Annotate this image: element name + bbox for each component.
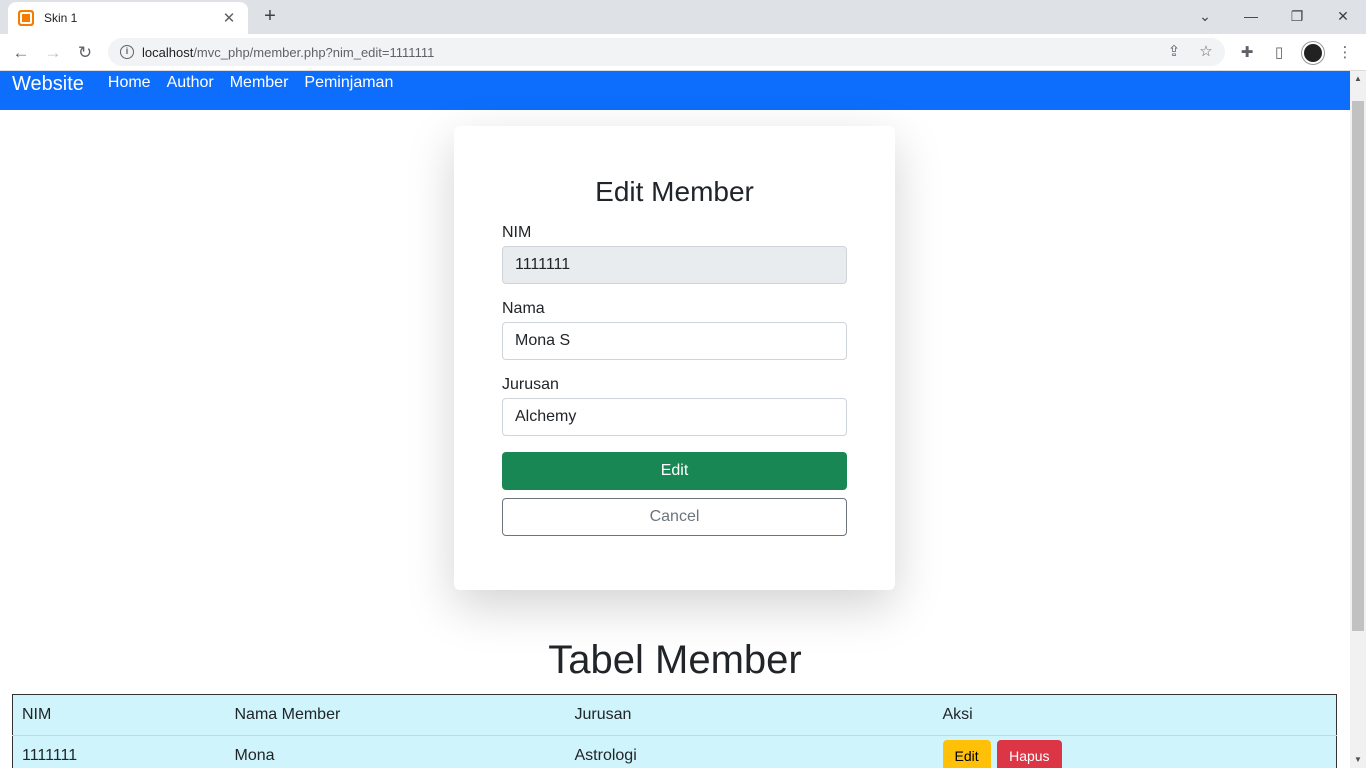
edit-member-card: Edit Member NIM Nama Jurusan Edit Cancel (454, 126, 895, 590)
tab-search-chevron-icon[interactable]: ⌄ (1182, 4, 1228, 28)
menu-kebab-icon[interactable]: ⋮ (1332, 40, 1358, 66)
extensions-puzzle-icon[interactable]: ✚ (1234, 40, 1260, 66)
xampp-favicon-icon (18, 10, 34, 26)
side-panel-icon[interactable]: ▯ (1266, 40, 1292, 66)
share-icon[interactable]: ⇪ (1165, 42, 1183, 60)
page-viewport: Website Home Author Member Peminjaman Ed… (0, 71, 1350, 768)
navbar-brand[interactable]: Website (12, 72, 84, 96)
jurusan-label: Jurusan (502, 376, 559, 393)
jurusan-field[interactable] (502, 398, 847, 436)
bookmark-star-icon[interactable]: ☆ (1197, 42, 1215, 60)
restore-icon[interactable]: ❐ (1274, 4, 1320, 28)
reload-icon[interactable]: ↻ (72, 40, 98, 66)
minimize-icon[interactable]: — (1228, 4, 1274, 28)
address-bar[interactable]: i localhost/mvc_php/member.php?nim_edit=… (108, 38, 1225, 66)
header-jurusan: Jurusan (565, 694, 934, 736)
scroll-down-arrow-icon[interactable]: ▼ (1350, 752, 1366, 768)
nim-field[interactable] (502, 246, 847, 284)
cell-aksi: Edit Hapus (933, 735, 1337, 768)
cell-jurusan: Astrologi (565, 735, 934, 768)
cell-nim: 1111111 (12, 735, 226, 768)
table-row: 1111111 Mona Astrologi Edit Hapus (12, 735, 1337, 768)
header-nama-member: Nama Member (225, 694, 566, 736)
nav-link-home[interactable]: Home (108, 71, 151, 95)
page-scrollbar[interactable]: ▲ ▼ (1350, 71, 1366, 768)
site-info-icon[interactable]: i (120, 45, 134, 59)
edit-submit-button[interactable]: Edit (502, 452, 847, 490)
row-hapus-button[interactable]: Hapus (997, 740, 1062, 768)
nama-label: Nama (502, 300, 545, 317)
nav-link-peminjaman[interactable]: Peminjaman (304, 71, 393, 95)
new-tab-icon[interactable]: + (258, 4, 282, 28)
member-table: NIM Nama Member Jurusan Aksi 1111111 Mon… (12, 694, 1337, 768)
cell-nama: Mona (225, 735, 566, 768)
scroll-thumb[interactable] (1352, 101, 1364, 631)
header-nim: NIM (12, 694, 226, 736)
cancel-button[interactable]: Cancel (502, 498, 847, 536)
nama-field[interactable] (502, 322, 847, 360)
table-title: Tabel Member (548, 638, 802, 682)
form-title: Edit Member (595, 176, 754, 207)
url-text: localhost/mvc_php/member.php?nim_edit=11… (142, 44, 435, 60)
scroll-up-arrow-icon[interactable]: ▲ (1350, 71, 1366, 87)
tab-title: Skin 1 (44, 11, 78, 25)
table-header-row: NIM Nama Member Jurusan Aksi (12, 694, 1337, 736)
row-edit-button[interactable]: Edit (942, 740, 991, 768)
browser-tabbar: Skin 1 ✕ + ⌄ — ❐ ✕ (0, 0, 1366, 34)
nim-label: NIM (502, 224, 532, 241)
back-icon[interactable]: ← (8, 40, 34, 66)
header-aksi: Aksi (933, 694, 1337, 736)
close-tab-icon[interactable]: ✕ (220, 9, 238, 27)
browser-toolbar: ← → ↻ i localhost/mvc_php/member.php?nim… (0, 34, 1366, 71)
close-window-icon[interactable]: ✕ (1320, 4, 1366, 28)
forward-icon[interactable]: → (40, 40, 66, 66)
nav-link-author[interactable]: Author (167, 71, 214, 95)
browser-tab[interactable]: Skin 1 ✕ (8, 2, 248, 34)
nav-link-member[interactable]: Member (230, 71, 289, 95)
profile-avatar[interactable] (1302, 42, 1324, 64)
navbar: Website Home Author Member Peminjaman (0, 71, 1350, 110)
